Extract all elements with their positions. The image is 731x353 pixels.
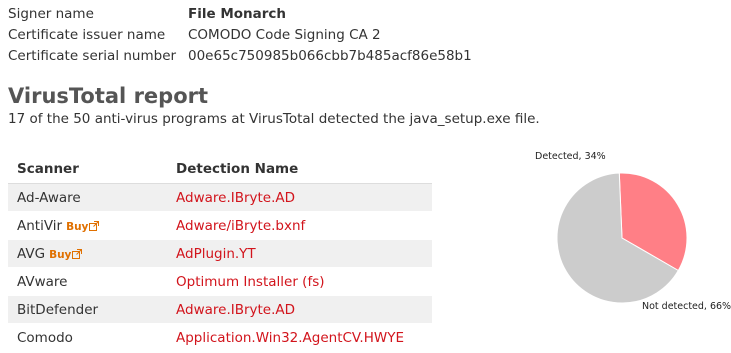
detection-pie-chart: Detected, 34% Not detected, 66%: [520, 140, 731, 320]
table-row: AntiVir Buy Adware/iBryte.bxnf: [8, 211, 432, 240]
buy-label: Buy: [49, 248, 72, 261]
cert-row-serial: Certificate serial number 00e65c750985b0…: [8, 46, 472, 67]
virustotal-page: Signer name File Monarch Certificate iss…: [0, 0, 731, 353]
table-row: AVG Buy AdPlugin.YT: [8, 239, 432, 268]
detection-name: Optimum Installer (fs): [176, 273, 325, 290]
report-title: VirusTotal report: [8, 84, 209, 108]
detection-name: Adware.IBryte.AD: [176, 189, 296, 206]
cert-label: Certificate issuer name: [8, 27, 166, 43]
scanner-cell: AVG Buy: [8, 239, 167, 268]
detection-cell: Adware.IBryte.AD: [167, 183, 432, 212]
scanner-table: Scanner Detection Name Ad-Aware Adware.I…: [8, 155, 432, 352]
detection-cell: AdPlugin.YT: [167, 239, 432, 268]
detection-cell: Optimum Installer (fs): [167, 267, 432, 296]
detection-column-header: Detection Name: [167, 155, 432, 184]
buy-link[interactable]: Buy: [49, 248, 83, 261]
detection-cell: Adware/iBryte.bxnf: [167, 211, 432, 240]
detection-name: Adware/iBryte.bxnf: [176, 217, 306, 234]
pie-label-not-detected: Not detected, 66%: [642, 301, 731, 312]
table-row: Comodo Application.Win32.AgentCV.HWYE: [8, 323, 432, 352]
detection-name: Adware.IBryte.AD: [176, 301, 296, 318]
scanner-cell: AntiVir Buy: [8, 211, 167, 240]
pie-chart-svg: [556, 172, 688, 304]
certificate-info: Signer name File Monarch Certificate iss…: [8, 4, 472, 67]
cert-value: File Monarch: [188, 6, 287, 22]
pie-label-detected: Detected, 34%: [535, 151, 606, 162]
table-row: Ad-Aware Adware.IBryte.AD: [8, 183, 432, 212]
table-header-row: Scanner Detection Name: [8, 155, 432, 184]
cert-row-signer: Signer name File Monarch: [8, 4, 472, 25]
table-row: BitDefender Adware.IBryte.AD: [8, 295, 432, 324]
external-link-icon: [89, 220, 100, 231]
scanner-name: AVG: [17, 245, 46, 262]
scanner-cell: Ad-Aware: [8, 183, 167, 212]
report-summary: 17 of the 50 anti-virus programs at Viru…: [8, 111, 540, 127]
scanner-name: AntiVir: [17, 217, 63, 234]
scanner-name: Comodo: [17, 329, 73, 346]
scanner-cell: Comodo: [8, 323, 167, 352]
detection-name: Application.Win32.AgentCV.HWYE: [176, 329, 404, 346]
scanner-cell: AVware: [8, 267, 167, 296]
scanner-name: BitDefender: [17, 301, 99, 318]
buy-label: Buy: [66, 220, 89, 233]
detection-name: AdPlugin.YT: [176, 245, 256, 262]
cert-row-issuer: Certificate issuer name COMODO Code Sign…: [8, 25, 472, 46]
scanner-cell: BitDefender: [8, 295, 167, 324]
cert-value: 00e65c750985b066cbb7b485acf86e58b1: [188, 48, 472, 64]
scanner-column-header: Scanner: [8, 155, 167, 184]
scanner-name: Ad-Aware: [17, 189, 81, 206]
scanner-name: AVware: [17, 273, 68, 290]
cert-label: Signer name: [8, 6, 94, 22]
cert-value: COMODO Code Signing CA 2: [188, 27, 381, 43]
buy-link[interactable]: Buy: [66, 220, 100, 233]
cert-label: Certificate serial number: [8, 48, 177, 64]
detection-cell: Application.Win32.AgentCV.HWYE: [167, 323, 432, 352]
table-row: AVware Optimum Installer (fs): [8, 267, 432, 296]
detection-cell: Adware.IBryte.AD: [167, 295, 432, 324]
external-link-icon: [72, 248, 83, 259]
